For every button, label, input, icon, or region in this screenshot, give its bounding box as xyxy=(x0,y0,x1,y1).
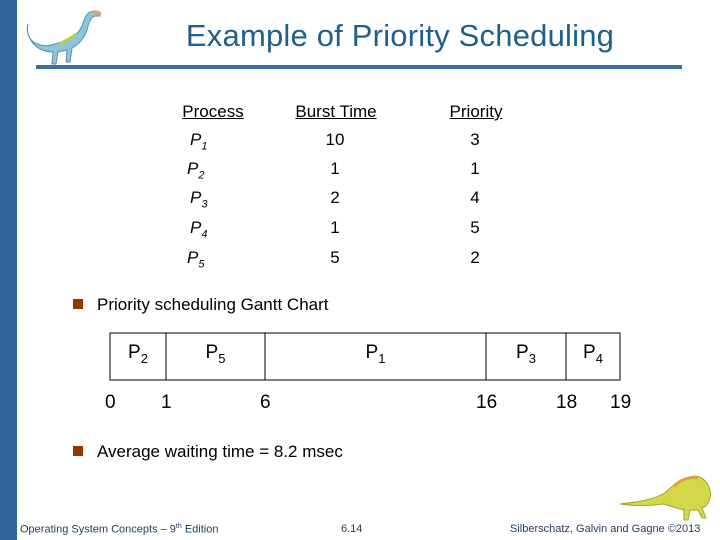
gantt-tick-label: 16 xyxy=(476,392,498,413)
gantt-tick-label: 6 xyxy=(260,392,271,413)
gantt-segment-label: P4 xyxy=(583,342,603,366)
gantt-tick-label: 19 xyxy=(610,392,632,413)
bullet-square-icon xyxy=(73,446,83,456)
gantt-segment-label: P1 xyxy=(365,342,386,366)
footer-book-title: Operating System Concepts – 9th Edition xyxy=(20,523,219,536)
footer-copyright: Silberschatz, Galvin and Gagne ©2013 xyxy=(510,523,701,535)
gantt-segment-label: P3 xyxy=(516,342,536,366)
gantt-segment-label: P2 xyxy=(128,342,148,366)
gantt-segment-label: P5 xyxy=(205,342,226,366)
bullet-text: Average waiting time = 8.2 msec xyxy=(97,442,343,461)
gantt-tick-label: 0 xyxy=(105,392,116,413)
gantt-tick-label: 1 xyxy=(161,392,172,413)
dinosaur-bottom-icon xyxy=(619,475,711,521)
gantt-tick-label: 18 xyxy=(556,392,578,413)
footer-page-number: 6.14 xyxy=(341,523,363,535)
bullet-avg-wait: Average waiting time = 8.2 msec xyxy=(73,442,343,462)
